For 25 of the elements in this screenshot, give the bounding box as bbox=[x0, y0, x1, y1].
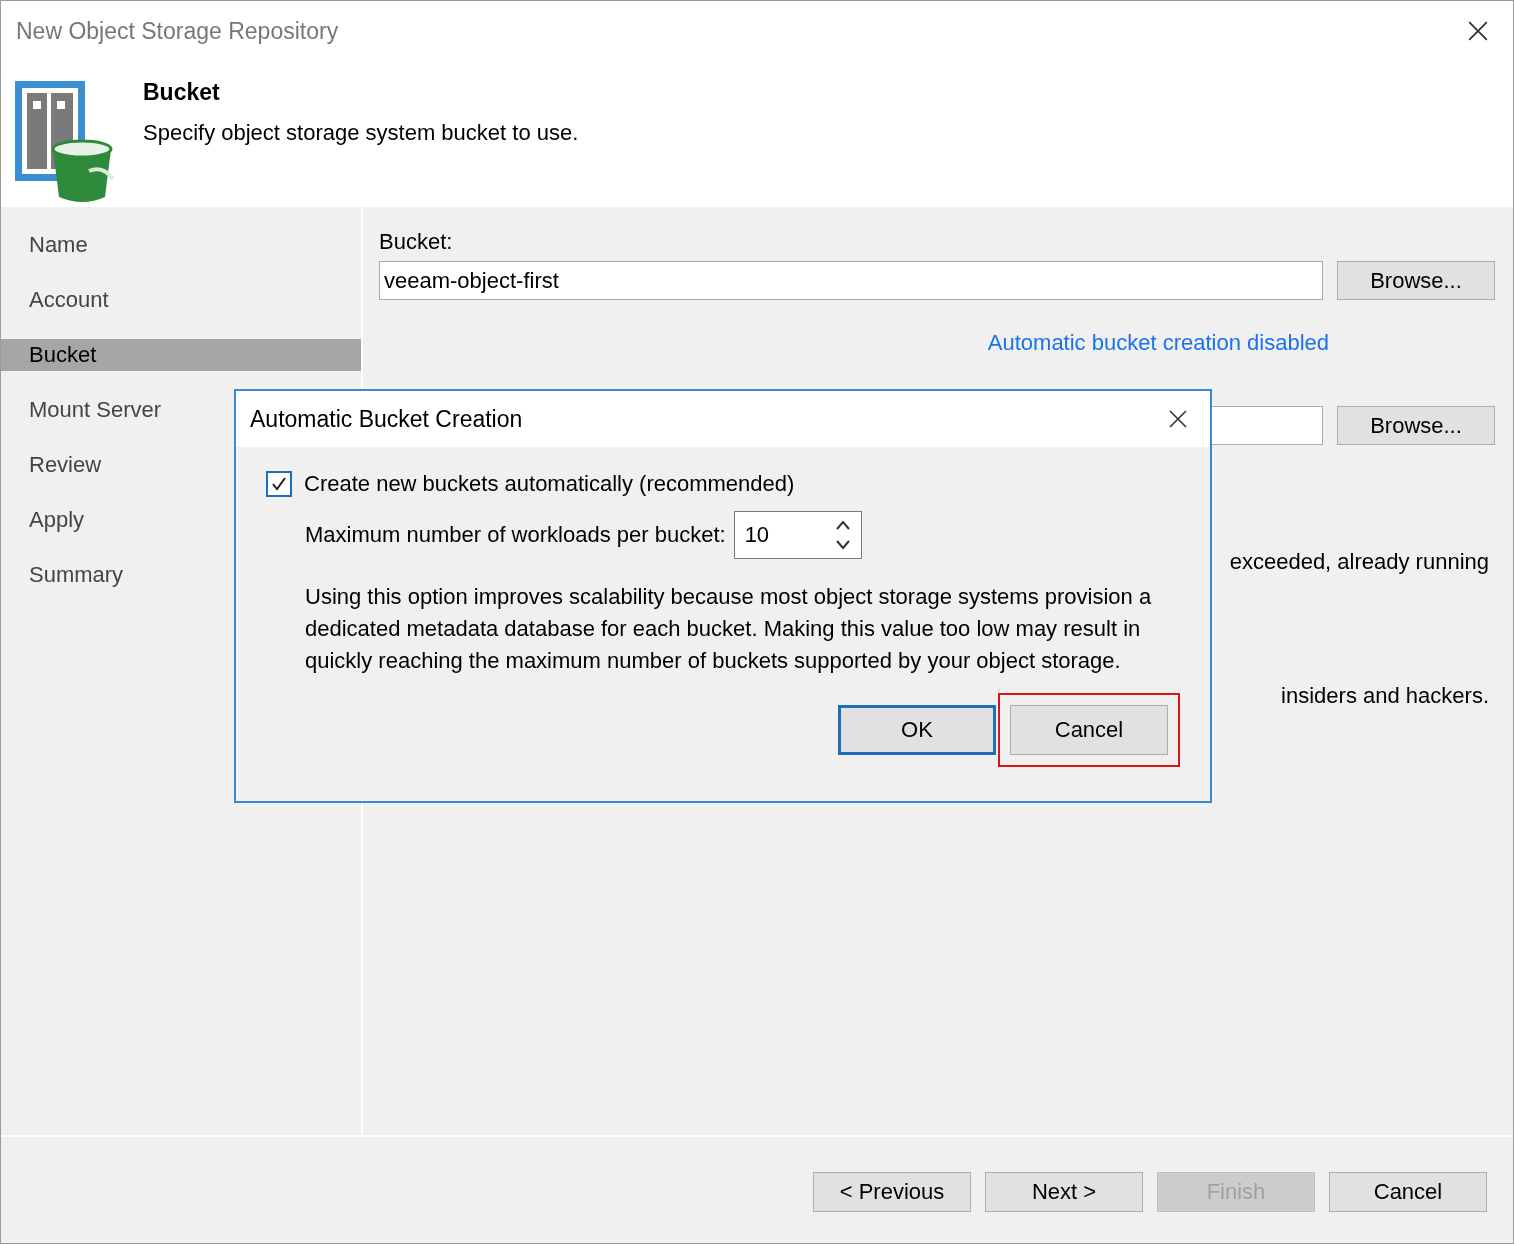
step-title: Bucket bbox=[143, 79, 221, 106]
wizard-button[interactable]: Cancel bbox=[1329, 1172, 1487, 1212]
browse-button[interactable]: Browse... bbox=[1337, 406, 1495, 445]
bucket-label: Bucket: bbox=[379, 229, 454, 255]
dialog-title: Automatic Bucket Creation bbox=[250, 405, 523, 433]
step-description: Specify object storage system bucket to use. bbox=[143, 120, 579, 146]
checkbox-label: Create new buckets automatically (recommended) bbox=[304, 471, 795, 497]
check-icon bbox=[270, 475, 288, 493]
wizard-button[interactable]: < Previous bbox=[813, 1172, 971, 1212]
option-description: exceeded, already running bbox=[1229, 549, 1489, 575]
dialog-button[interactable]: Cancel bbox=[1010, 705, 1168, 755]
dialog-button[interactable]: OK bbox=[838, 705, 996, 755]
max-workloads-label: Maximum number of workloads per bucket: bbox=[305, 522, 726, 548]
auto-bucket-creation-link[interactable]: Automatic bucket creation disabled bbox=[987, 330, 1329, 356]
checkbox[interactable] bbox=[266, 471, 292, 497]
window-title: New Object Storage Repository bbox=[16, 17, 339, 45]
option-description: insiders and hackers. bbox=[1281, 683, 1489, 709]
wizard-button[interactable]: Next > bbox=[985, 1172, 1143, 1212]
option-description: Using this option improves scalability because most object storage systems provision a dedicated metadata database for each bucket. Making this value too low may result in quickly reaching the maximum number of buckets supported by your object storage. bbox=[305, 583, 1153, 675]
sidebar-item[interactable]: Name bbox=[1, 229, 361, 261]
sidebar-item[interactable]: Account bbox=[1, 284, 361, 316]
max-workloads-spinner[interactable]: 10 bbox=[733, 511, 862, 559]
browse-button[interactable]: Browse... bbox=[1337, 261, 1495, 300]
sidebar-item[interactable]: Bucket bbox=[1, 339, 361, 371]
bucket-field[interactable]: veeam-object-first bbox=[379, 261, 1323, 300]
